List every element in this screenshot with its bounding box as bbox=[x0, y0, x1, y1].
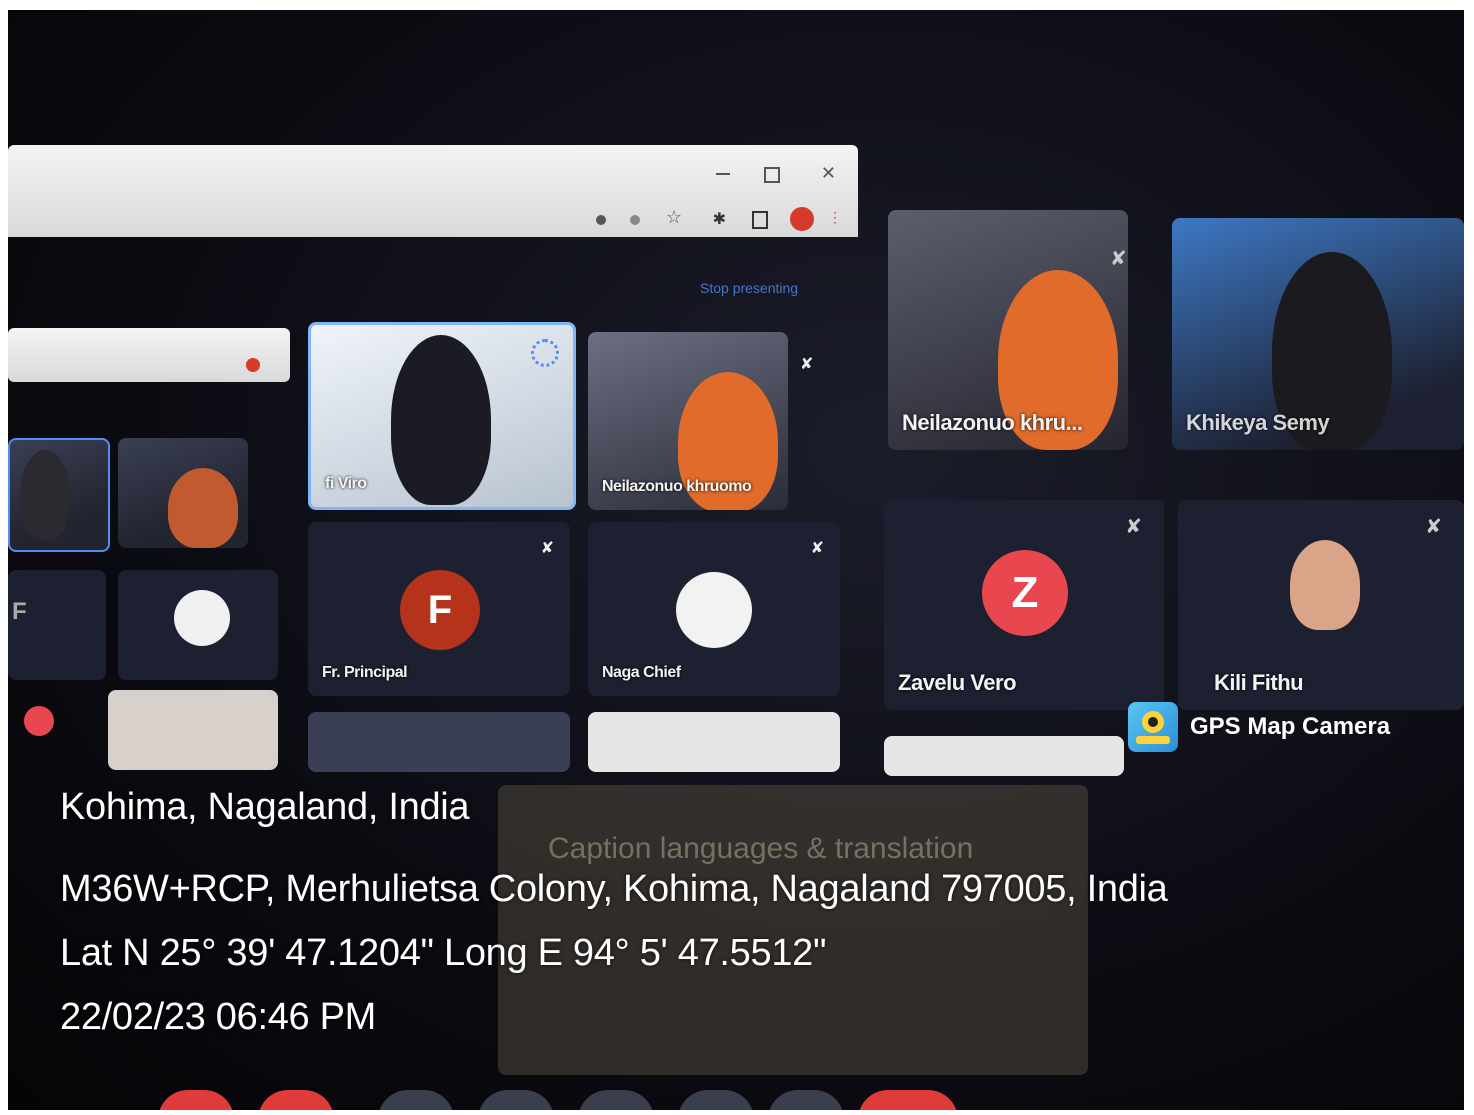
participant-figure bbox=[391, 335, 491, 505]
caption-dialog bbox=[498, 785, 1088, 1075]
nested-tile-2 bbox=[118, 438, 248, 548]
participant-figure bbox=[20, 450, 70, 540]
participant-name: Kili Fithu bbox=[1214, 670, 1304, 695]
screen-photo: ✕ ☆ ✱ ⋮ Stop presenting F fi Viro Neilaz… bbox=[0, 0, 1474, 1115]
participant-figure bbox=[168, 468, 238, 548]
more-options-button[interactable] bbox=[768, 1090, 844, 1110]
avatar: Z bbox=[982, 550, 1068, 636]
participant-name: Fr. Principal bbox=[322, 664, 408, 681]
participant-tile[interactable] bbox=[308, 712, 570, 772]
close-icon[interactable]: ✕ bbox=[821, 163, 836, 184]
avatar bbox=[174, 590, 230, 646]
participant-tile[interactable] bbox=[884, 736, 1124, 776]
participant-tile[interactable]: Neilazonuo khruomo bbox=[588, 332, 788, 510]
participant-tile[interactable] bbox=[588, 712, 840, 772]
participant-tile[interactable]: fi Viro bbox=[308, 322, 576, 510]
sidepanel-icon[interactable] bbox=[752, 211, 768, 229]
participant-tile[interactable]: Khikeya Semy bbox=[1172, 218, 1464, 450]
maximize-icon[interactable] bbox=[764, 167, 780, 183]
profile-avatar-icon[interactable] bbox=[790, 207, 814, 231]
participant-tile[interactable]: ✘ Kili Fithu bbox=[1178, 500, 1464, 710]
mic-muted-icon: ✘ bbox=[810, 540, 824, 557]
participant-tile[interactable]: ✘ F Fr. Principal bbox=[308, 522, 570, 696]
captions-button[interactable] bbox=[378, 1090, 454, 1110]
nested-tile-5 bbox=[108, 690, 278, 770]
camera-button[interactable] bbox=[258, 1090, 334, 1110]
browser-window: ✕ ☆ ✱ ⋮ bbox=[8, 145, 858, 237]
raise-hand-button[interactable] bbox=[678, 1090, 754, 1110]
gps-map-camera-logo-icon bbox=[1128, 702, 1178, 752]
location-place: Kohima, Nagaland, India bbox=[60, 786, 470, 828]
present-button[interactable] bbox=[578, 1090, 654, 1110]
leave-call-button[interactable] bbox=[858, 1090, 958, 1110]
minimize-icon[interactable] bbox=[716, 173, 730, 175]
emoji-button[interactable] bbox=[478, 1090, 554, 1110]
cast-icon[interactable] bbox=[596, 215, 606, 225]
mic-muted-icon: ✘ bbox=[1425, 516, 1442, 538]
participant-tile[interactable]: ✘ Naga Chief bbox=[588, 522, 840, 696]
mic-button[interactable] bbox=[158, 1090, 234, 1110]
participant-tile[interactable]: ✘ Z Zavelu Vero bbox=[884, 500, 1164, 710]
nested-browser-window bbox=[8, 328, 290, 382]
mic-muted-icon: ✘ bbox=[1110, 248, 1127, 270]
location-address: M36W+RCP, Merhulietsa Colony, Kohima, Na… bbox=[60, 868, 1168, 910]
participant-tile[interactable]: Neilazonuo khru... bbox=[888, 210, 1128, 450]
nested-tile-3: F bbox=[8, 570, 106, 680]
extensions-icon[interactable]: ✱ bbox=[713, 209, 726, 229]
participant-name: Neilazonuo khruomo bbox=[602, 478, 752, 495]
gps-app-name: GPS Map Camera bbox=[1190, 713, 1391, 740]
gps-stamp-header: GPS Map Camera bbox=[1128, 702, 1390, 752]
participant-name: Khikeya Semy bbox=[1186, 410, 1330, 435]
share-icon[interactable] bbox=[630, 215, 640, 225]
menu-kebab-icon[interactable]: ⋮ bbox=[828, 209, 842, 226]
avatar bbox=[676, 572, 752, 648]
mic-muted-icon: ✘ bbox=[800, 356, 814, 373]
mic-muted-icon: ✘ bbox=[540, 540, 554, 557]
stop-presenting-link[interactable]: Stop presenting bbox=[700, 280, 798, 296]
participant-name: fi Viro bbox=[325, 475, 367, 492]
avatar: F bbox=[400, 570, 480, 650]
mic-muted-icon: ✘ bbox=[1125, 516, 1142, 538]
caption-dialog-title: Caption languages & translation bbox=[548, 832, 974, 865]
nested-profile-icon bbox=[246, 358, 260, 372]
nested-avatar-z bbox=[24, 706, 54, 736]
nested-tile-initial: F bbox=[12, 598, 27, 625]
bookmark-star-icon[interactable]: ☆ bbox=[666, 207, 682, 228]
participant-name: Naga Chief bbox=[602, 664, 681, 681]
participant-name: Neilazonuo khru... bbox=[902, 410, 1083, 435]
capture-datetime: 22/02/23 06:46 PM bbox=[60, 996, 377, 1038]
nested-tile-1 bbox=[8, 438, 110, 552]
participant-name: Zavelu Vero bbox=[898, 670, 1017, 695]
participant-figure bbox=[1290, 540, 1360, 630]
nested-tile-4 bbox=[118, 570, 278, 680]
speaking-indicator-icon bbox=[531, 339, 559, 367]
location-coordinates: Lat N 25° 39' 47.1204" Long E 94° 5' 47.… bbox=[60, 932, 827, 974]
